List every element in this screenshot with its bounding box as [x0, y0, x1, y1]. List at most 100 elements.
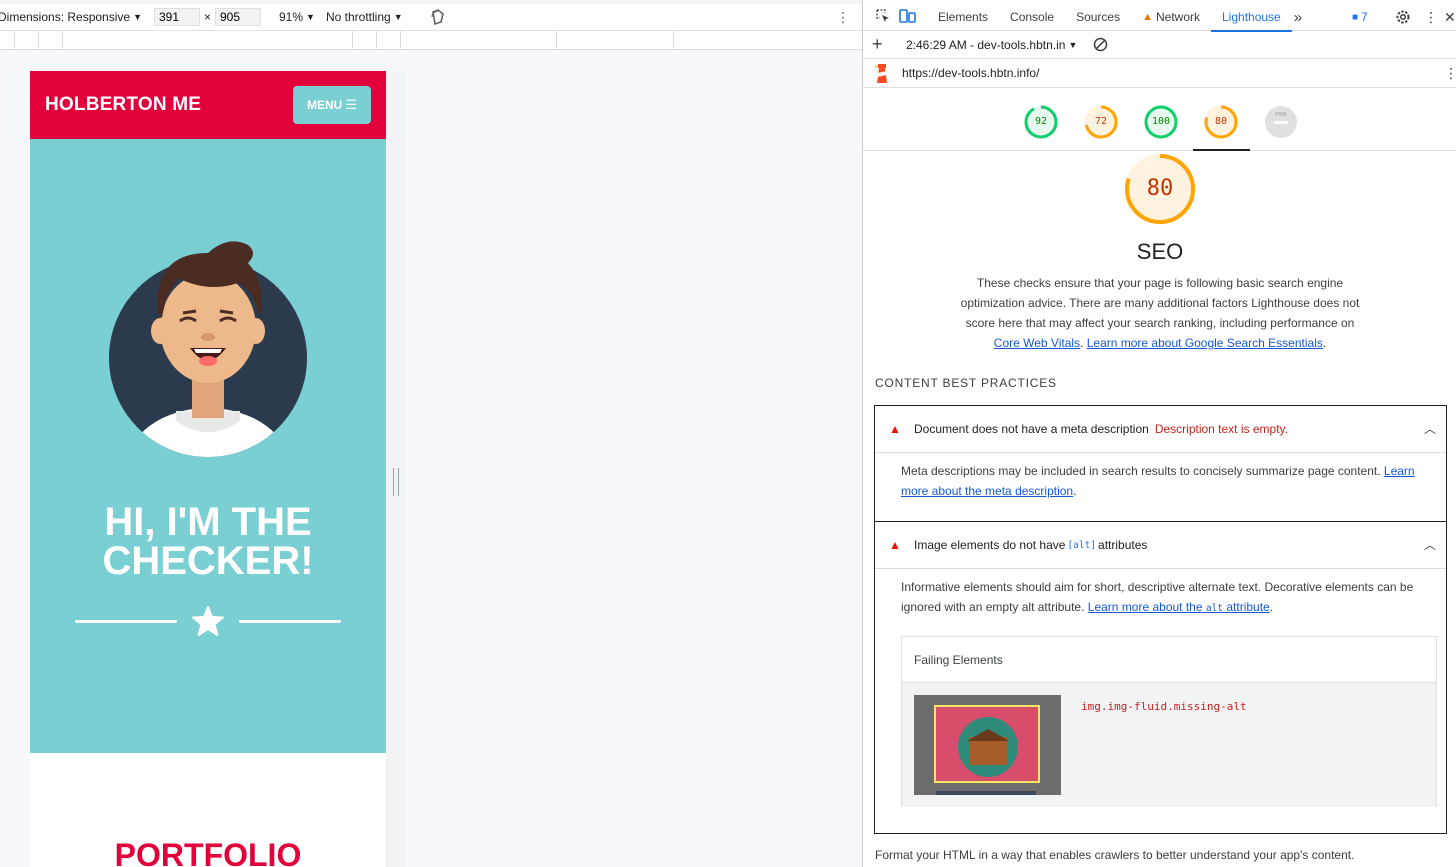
- report-options-icon[interactable]: ⋮: [1444, 65, 1456, 82]
- resize-handle[interactable]: [393, 468, 399, 496]
- avatar-illustration: [109, 241, 307, 457]
- audit-description-text: Meta descriptions may be included in sea…: [901, 464, 1384, 478]
- ruler-tick: [673, 31, 674, 50]
- tab-label: Console: [1010, 10, 1055, 24]
- devtools-tabbar: Elements Console Sources ▲ Network Light…: [863, 4, 1456, 32]
- more-options-icon[interactable]: ⋮: [1424, 9, 1438, 26]
- report-url-bar: https://dev-tools.hbtn.info/ ⋮: [863, 59, 1456, 88]
- audit-title-code: [alt]: [1067, 539, 1097, 551]
- device-toggle-icon[interactable]: [899, 8, 917, 27]
- period: .: [1322, 336, 1327, 350]
- cabin-roof: [967, 729, 1009, 741]
- report-selector-label: 2:46:29 AM - dev-tools.hbtn.in: [906, 37, 1066, 52]
- seo-score-value: 80: [1146, 176, 1174, 201]
- device-canvas: HOLBERTON ME MENU ☰ HI, I'M THE CHECKER!…: [0, 50, 862, 867]
- gauge-accessibility[interactable]: 72: [1084, 105, 1118, 139]
- audit-description: Informative elements should aim for shor…: [875, 568, 1446, 619]
- failing-element-row[interactable]: img.img-fluid.missing-alt: [902, 683, 1436, 807]
- ruler-tick: [38, 31, 39, 50]
- chevron-up-icon[interactable]: ︿: [1424, 536, 1436, 553]
- dimensions-label: Dimensions: Responsive: [0, 10, 131, 24]
- divider-line: [239, 620, 341, 623]
- pwa-label: PWA: [1275, 112, 1287, 118]
- inspect-element-icon[interactable]: [875, 8, 891, 27]
- group-title: CONTENT BEST PRACTICES: [875, 376, 1057, 390]
- height-input[interactable]: [215, 8, 261, 26]
- ruler-tick: [14, 31, 15, 50]
- gauge-seo[interactable]: 80: [1204, 105, 1238, 139]
- clear-all-icon[interactable]: [1093, 37, 1108, 55]
- hero-section: HI, I'M THE CHECKER!: [30, 139, 386, 753]
- audit-title-pre: Image elements do not have: [914, 538, 1066, 552]
- star-divider: [75, 605, 341, 636]
- category-description: These checks ensure that your page is fo…: [953, 273, 1367, 353]
- fail-triangle-icon: ▲: [889, 538, 901, 552]
- device-emulation-pane: Dimensions: Responsive ▼ × 91% ▼ No thro…: [0, 0, 862, 867]
- category-title: SEO: [1136, 239, 1184, 264]
- width-input[interactable]: [154, 8, 200, 26]
- audit-header[interactable]: ▲ Image elements do not have [alt] attri…: [875, 522, 1446, 568]
- site-brand[interactable]: HOLBERTON ME: [45, 94, 201, 116]
- site-header: HOLBERTON ME MENU ☰: [30, 71, 386, 139]
- gauge-pwa[interactable]: PWA: [1264, 105, 1298, 139]
- link-separator: .: [1080, 336, 1087, 350]
- settings-gear-icon[interactable]: [1395, 9, 1411, 28]
- seo-report: 80 SEO These checks ensure that your pag…: [863, 151, 1456, 867]
- gauge-value: 92: [1034, 116, 1048, 127]
- ruler-tick: [556, 31, 557, 50]
- menu-label: MENU: [307, 98, 343, 112]
- hero-title: HI, I'M THE CHECKER!: [102, 500, 314, 583]
- tab-elements[interactable]: Elements: [927, 4, 999, 31]
- new-report-plus-icon[interactable]: +: [872, 34, 883, 55]
- audit-image-alt: ▲ Image elements do not have [alt] attri…: [874, 521, 1447, 834]
- tab-label: Lighthouse: [1222, 10, 1281, 24]
- tab-console[interactable]: Console: [999, 4, 1065, 31]
- link-text: attribute: [1223, 600, 1270, 614]
- failing-selector[interactable]: img.img-fluid.missing-alt: [1081, 700, 1247, 713]
- element-screenshot-thumbnail[interactable]: [914, 695, 1061, 795]
- star-icon: [192, 606, 224, 636]
- caret-down-icon: ▼: [133, 12, 142, 22]
- issues-counter[interactable]: ■ 7: [1352, 10, 1368, 24]
- dimensions-dropdown[interactable]: Dimensions: Responsive ▼: [0, 10, 142, 24]
- gauge-best-practices[interactable]: 100: [1144, 105, 1178, 139]
- score-gauges: 92 72 100 80 PWA: [863, 88, 1456, 151]
- caret-down-icon: ▼: [1068, 39, 1078, 50]
- ruler-tick: [400, 31, 401, 50]
- menu-button[interactable]: MENU ☰: [293, 86, 371, 124]
- rotate-icon[interactable]: [429, 8, 447, 29]
- caret-down-icon: ▼: [306, 12, 315, 22]
- portfolio-heading: PORTFOLIO: [114, 837, 302, 867]
- more-tabs-icon[interactable]: »: [1294, 9, 1302, 26]
- tab-network[interactable]: ▲ Network: [1131, 4, 1211, 31]
- more-options-icon[interactable]: ⋮: [836, 9, 850, 26]
- search-essentials-link[interactable]: Learn more about Google Search Essential…: [1087, 336, 1323, 350]
- chevron-up-icon[interactable]: ︿: [1424, 420, 1436, 437]
- throttling-dropdown[interactable]: No throttling ▼: [326, 10, 403, 24]
- tab-sources[interactable]: Sources: [1065, 4, 1131, 31]
- audit-meta-description: ▲ Document does not have a meta descript…: [874, 405, 1447, 522]
- divider-line: [75, 620, 177, 623]
- gauge-value: 80: [1214, 116, 1228, 127]
- alt-attribute-link[interactable]: Learn more about the alt attribute: [1088, 600, 1270, 614]
- report-selector[interactable]: 2:46:29 AM - dev-tools.hbtn.in ▼: [906, 38, 1077, 52]
- lighthouse-toolbar: + 2:46:29 AM - dev-tools.hbtn.in ▼: [863, 31, 1456, 59]
- ruler-tick: [376, 31, 377, 50]
- hamburger-icon: ☰: [345, 97, 357, 112]
- gauge-value: 100: [1151, 116, 1171, 127]
- report-url[interactable]: https://dev-tools.hbtn.info/: [902, 66, 1039, 80]
- core-web-vitals-link[interactable]: Core Web Vitals: [994, 336, 1080, 350]
- fail-triangle-icon: ▲: [889, 422, 901, 436]
- tab-label: Network: [1155, 10, 1200, 24]
- times-sign: ×: [204, 10, 212, 24]
- period: .: [1269, 600, 1274, 614]
- link-text: Learn more about the: [1087, 600, 1206, 614]
- cabin-icon: [969, 737, 1007, 765]
- audit-error: Description text is empty.: [1154, 422, 1288, 436]
- ruler-tick: [352, 31, 353, 50]
- tab-lighthouse[interactable]: Lighthouse: [1211, 4, 1292, 32]
- close-icon[interactable]: ✕: [1444, 9, 1456, 26]
- gauge-performance[interactable]: 92: [1024, 105, 1058, 139]
- zoom-dropdown[interactable]: 91% ▼: [279, 10, 315, 24]
- audit-header[interactable]: ▲ Document does not have a meta descript…: [875, 406, 1446, 452]
